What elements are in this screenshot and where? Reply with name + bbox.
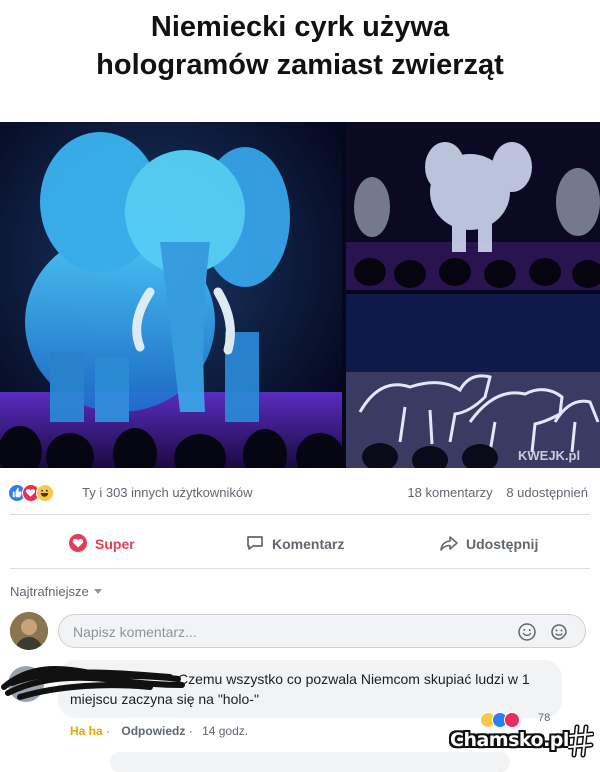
- share-button[interactable]: Udostępnij: [439, 532, 538, 556]
- reaction-summary[interactable]: Ty i 303 innych użytkowników: [82, 485, 253, 500]
- divider-top: [10, 514, 590, 515]
- comment-reply-button[interactable]: Odpowiedz: [121, 724, 185, 738]
- love-reaction-icon: [68, 533, 88, 556]
- comment-sort-dropdown[interactable]: Najtrafniejsze: [10, 584, 102, 599]
- comment-label: Komentarz: [272, 536, 345, 552]
- sticker-icon[interactable]: [549, 622, 569, 642]
- chamsko-watermark: Chamsko.pl: [446, 720, 596, 764]
- collage-svg: KWEJK.pl: [0, 122, 600, 468]
- haha-icon: [36, 484, 54, 502]
- comment-bubble-icon: [245, 533, 265, 556]
- super-label: Super: [95, 536, 135, 552]
- meme-title: Niemiecki cyrk używa hologramów zamiast …: [0, 8, 600, 84]
- divider-bottom: [10, 568, 590, 569]
- comment-input-box[interactable]: [58, 614, 586, 648]
- comment-meta: Ha ha · Odpowiedz · 14 godz.: [70, 724, 249, 738]
- watermark-text: Chamsko.pl: [450, 729, 569, 751]
- hologram-photo-collage[interactable]: KWEJK.pl: [0, 122, 600, 468]
- meme-title-line1: Niemiecki cyrk używa: [150, 11, 450, 43]
- sort-label: Najtrafniejsze: [10, 584, 89, 599]
- comment-bubble: Czemu wszystko co pozwala Niemcom skupia…: [58, 660, 562, 718]
- hashtag-logo-icon: [568, 724, 594, 758]
- meme-title-line2: hologramów zamiast zwierząt: [96, 49, 504, 81]
- commenter-avatar[interactable]: [8, 666, 44, 702]
- comment-timestamp[interactable]: 14 godz.: [202, 724, 248, 738]
- reaction-icons[interactable]: [8, 484, 78, 504]
- comments-count[interactable]: 18 komentarzy: [407, 485, 492, 500]
- post-reactions-row: Ty i 303 innych użytkowników 18 komentar…: [0, 480, 600, 508]
- post-counts: 18 komentarzy 8 udostępnień: [407, 485, 588, 500]
- comment-input[interactable]: [71, 621, 495, 643]
- chevron-down-icon: [93, 589, 102, 594]
- big-elephant-hologram: [25, 132, 290, 422]
- share-arrow-icon: [439, 533, 459, 556]
- my-avatar[interactable]: [10, 612, 48, 650]
- comment-text: Czemu wszystko co pozwala Niemcom skupia…: [70, 671, 530, 707]
- post-actions-row: Super Komentarz Udostępnij: [0, 526, 600, 562]
- share-label: Udostępnij: [466, 536, 539, 552]
- comment-haha-button[interactable]: Ha ha: [70, 724, 103, 738]
- emoji-icon[interactable]: [517, 622, 537, 642]
- comment-button[interactable]: Komentarz: [245, 532, 344, 556]
- super-button[interactable]: Super: [68, 532, 135, 556]
- shares-count[interactable]: 8 udostępnień: [506, 485, 588, 500]
- photo-watermark: KWEJK.pl: [518, 448, 580, 463]
